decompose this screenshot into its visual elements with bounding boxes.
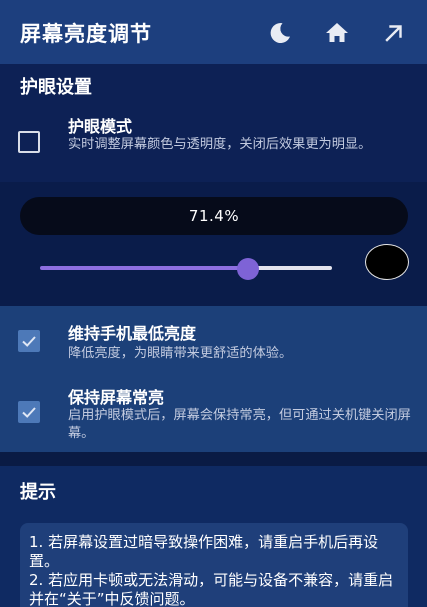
brightness-slider-thumb[interactable]: [237, 258, 260, 280]
eye-mode-checkbox[interactable]: [18, 131, 40, 153]
eye-mode-label: 护眼模式: [68, 117, 133, 136]
tip-line: 2. 若应用卡顿或无法滑动，可能与设备不兼容，请重启并在“关于”中反馈问题。: [29, 571, 394, 607]
keep-screen-on-description: 启用护眼模式后，屏幕会保持常亮，但可通过关机键关闭屏幕。: [68, 408, 411, 441]
brightness-value-display: 71.4%: [20, 197, 408, 235]
eye-settings-section: 护眼设置 护眼模式 实时调整屏幕颜色与透明度，关闭后效果更为明显。: [0, 64, 427, 182]
moon-icon[interactable]: [267, 20, 293, 46]
min-brightness-checkbox[interactable]: [18, 330, 40, 352]
page-title: 屏幕亮度调节: [20, 22, 152, 46]
home-icon[interactable]: [324, 20, 350, 46]
tips-section: 提示 1. 若屏幕设置过暗导致操作困难，请重启手机后再设置。 2. 若应用卡顿或…: [0, 466, 427, 607]
section-title: 护眼设置: [20, 77, 92, 98]
tips-box: 1. 若屏幕设置过暗导致操作困难，请重启手机后再设置。 2. 若应用卡顿或无法滑…: [20, 523, 408, 607]
keep-screen-on-checkbox[interactable]: [18, 401, 40, 423]
tips-title: 提示: [20, 482, 56, 503]
min-brightness-label: 维持手机最低亮度: [68, 324, 197, 343]
arrow-up-right-icon[interactable]: [381, 20, 407, 46]
eye-mode-description: 实时调整屏幕颜色与透明度，关闭后效果更为明显。: [68, 137, 372, 152]
keep-screen-on-label: 保持屏幕常亮: [68, 388, 165, 407]
brightness-panel: 71.4%: [0, 182, 427, 306]
options-section: 维持手机最低亮度 降低亮度，为眼睛带来更舒适的体验。 保持屏幕常亮 启用护眼模式…: [0, 306, 427, 452]
color-picker-button[interactable]: [365, 244, 409, 280]
app-header: 屏幕亮度调节: [0, 0, 427, 64]
min-brightness-description: 降低亮度，为眼睛带来更舒适的体验。: [68, 346, 293, 361]
tip-line: 1. 若屏幕设置过暗导致操作困难，请重启手机后再设置。: [29, 533, 379, 570]
brightness-slider-fill: [40, 266, 249, 270]
brightness-slider-track[interactable]: [248, 266, 332, 270]
